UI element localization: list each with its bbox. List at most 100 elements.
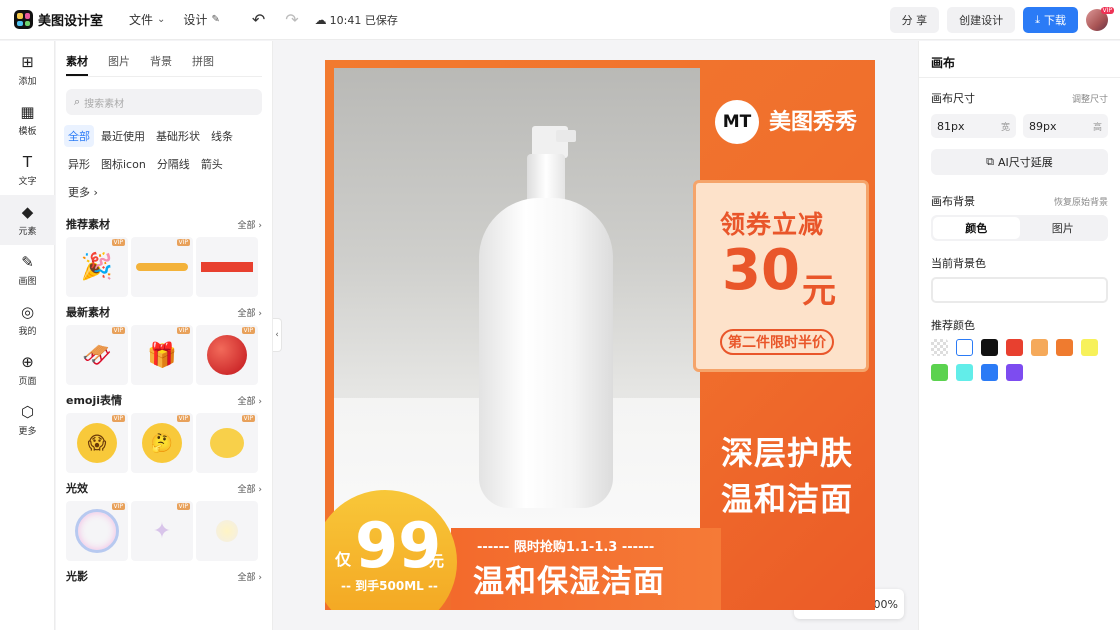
asset-thumb[interactable]: VIP — [66, 501, 128, 561]
red-bar-shape — [201, 262, 253, 272]
file-menu[interactable]: 文件 ⌄ — [129, 11, 165, 28]
vip-badge: VIP — [176, 503, 190, 510]
share-button[interactable]: 分 享 — [889, 7, 940, 33]
search-icon: ⌕ — [74, 95, 81, 108]
width-unit: 宽 — [1000, 122, 1010, 133]
headline-line: 深层护肤 — [721, 434, 854, 472]
headline-text[interactable]: 深层护肤 温和洁面 — [721, 430, 853, 522]
shocked-emoji-icon: 😱 — [77, 423, 117, 463]
tab-materials[interactable]: 素材 — [66, 53, 88, 76]
section-all-link[interactable]: 全部 › — [238, 306, 262, 319]
color-swatch[interactable] — [931, 364, 948, 381]
avatar[interactable]: VIP — [1086, 7, 1114, 31]
section-recommended: 推荐素材 全部 › VIP 🎉 VIP — [66, 215, 262, 297]
divider — [919, 77, 1120, 78]
chip-irregular[interactable]: 异形 — [64, 153, 94, 175]
create-design-button[interactable]: 创建设计 — [947, 7, 1016, 33]
sleigh-icon: 🛷 — [82, 341, 112, 369]
color-swatch[interactable] — [1031, 339, 1048, 356]
color-swatch[interactable] — [956, 364, 973, 381]
rail-item-mine[interactable]: ◎ 我的 — [0, 295, 55, 345]
asset-thumb[interactable] — [196, 501, 258, 561]
bg-type-color[interactable]: 颜色 — [933, 217, 1020, 239]
current-bg-label: 当前背景色 — [931, 257, 986, 270]
tab-backgrounds[interactable]: 背景 — [150, 53, 172, 76]
rail-item-text[interactable]: T 文字 — [0, 145, 55, 195]
color-swatch[interactable] — [931, 339, 948, 356]
color-swatch[interactable] — [981, 364, 998, 381]
design-canvas[interactable]: MT 美图秀秀 领券立减 30 元 第二件限时半价 深层护肤 温和洁面 ----… — [325, 60, 875, 610]
category-chips: 全部 最近使用 基础形状 线条 异形 图标icon 分隔线 箭头 更多 › — [64, 125, 264, 209]
current-bg-color-field[interactable] — [931, 277, 1108, 303]
top-bar: 美图设计室 文件 ⌄ 设计 ✎ ↶ ↷ ☁ 10:41 已保存 分 享 创建设计… — [0, 0, 1120, 40]
asset-thumb[interactable]: VIP 🛷 — [66, 325, 128, 385]
section-title: 推荐素材 — [66, 218, 110, 231]
ai-extend-button[interactable]: ⧉ AI尺寸延展 — [931, 149, 1108, 175]
section-all-link[interactable]: 全部 › — [238, 218, 262, 231]
asset-thumb[interactable]: VIP — [196, 413, 258, 473]
download-button[interactable]: ⤓ 下载 — [1023, 7, 1078, 33]
panel-tabs: 素材 图片 背景 拼图 — [66, 53, 262, 77]
vip-badge: VIP — [111, 415, 125, 422]
height-field[interactable]: 89px 高 — [1023, 114, 1108, 138]
download-icon: ⤓ — [1035, 13, 1040, 26]
undo-icon[interactable]: ↶ — [252, 10, 265, 29]
tab-collage[interactable]: 拼图 — [192, 53, 214, 76]
chip-recent[interactable]: 最近使用 — [97, 125, 149, 147]
apple-icon — [207, 335, 247, 375]
rail-item-elements[interactable]: ◆ 元素 — [0, 195, 55, 245]
logo-mark-icon — [14, 10, 33, 29]
section-all-link[interactable]: 全部 › — [238, 482, 262, 495]
color-swatch[interactable] — [1056, 339, 1073, 356]
rail-item-page[interactable]: ⊕ 页面 — [0, 345, 55, 395]
asset-thumb[interactable]: VIP ✦ — [131, 501, 193, 561]
color-swatch[interactable] — [956, 339, 973, 356]
search-input[interactable]: ⌕ 搜索素材 — [66, 89, 262, 115]
width-field[interactable]: 81px 宽 — [931, 114, 1016, 138]
chip-icons[interactable]: 图标icon — [97, 153, 150, 175]
chip-lines[interactable]: 线条 — [207, 125, 237, 147]
rail-label: 模板 — [18, 127, 37, 137]
bg-type-image[interactable]: 图片 — [1020, 217, 1107, 239]
chip-all[interactable]: 全部 — [64, 125, 94, 147]
rail-item-more[interactable]: ⬡ 更多 — [0, 395, 55, 445]
party-popper-icon: 🎉 — [80, 252, 114, 282]
brand-logo[interactable]: MT — [715, 100, 759, 144]
product-photo[interactable] — [334, 68, 700, 550]
asset-thumb[interactable] — [196, 237, 258, 297]
section-all-link[interactable]: 全部 › — [238, 570, 262, 583]
bottle-nozzle — [556, 130, 576, 142]
rail-item-template[interactable]: ▦ 模板 — [0, 95, 55, 145]
chip-dividers[interactable]: 分隔线 — [153, 153, 194, 175]
rail-label: 文字 — [18, 177, 37, 187]
tab-images[interactable]: 图片 — [108, 53, 130, 76]
resize-link[interactable]: 调整尺寸 — [1072, 92, 1108, 105]
panel-title: 画布 — [931, 56, 956, 70]
chip-more[interactable]: 更多 › — [64, 181, 102, 203]
chip-arrows[interactable]: 箭头 — [197, 153, 227, 175]
brand-name-text[interactable]: 美图秀秀 — [769, 104, 857, 136]
app-logo[interactable]: 美图设计室 — [14, 10, 103, 29]
design-menu[interactable]: 设计 ✎ — [183, 11, 219, 28]
color-swatch[interactable] — [1081, 339, 1098, 356]
section-all-link[interactable]: 全部 › — [238, 394, 262, 407]
asset-thumb[interactable]: VIP — [196, 325, 258, 385]
chip-basic-shapes[interactable]: 基础形状 — [152, 125, 204, 147]
color-swatch[interactable] — [1006, 364, 1023, 381]
plus-square-icon: ⊞ — [21, 53, 34, 71]
asset-thumb[interactable]: VIP 🎁 — [131, 325, 193, 385]
rail-item-draw[interactable]: ✎ 画图 — [0, 245, 55, 295]
asset-thumb[interactable]: VIP 🎉 — [66, 237, 128, 297]
asset-thumb[interactable]: VIP 🤔 — [131, 413, 193, 473]
coupon-card[interactable]: 领券立减 30 元 第二件限时半价 — [693, 180, 869, 372]
user-icon: ◎ — [20, 303, 35, 321]
design-menu-label: 设计 — [183, 13, 208, 27]
asset-thumb[interactable]: VIP — [131, 237, 193, 297]
asset-thumb[interactable]: VIP 😱 — [66, 413, 128, 473]
redo-icon[interactable]: ↷ — [285, 10, 298, 29]
rail-item-add[interactable]: ⊞ 添加 — [0, 45, 55, 95]
restore-bg-link[interactable]: 恢复原始背景 — [1054, 195, 1108, 208]
color-swatch[interactable] — [981, 339, 998, 356]
color-swatch[interactable] — [1006, 339, 1023, 356]
sparkle-effect-icon: ✦ — [152, 518, 172, 544]
